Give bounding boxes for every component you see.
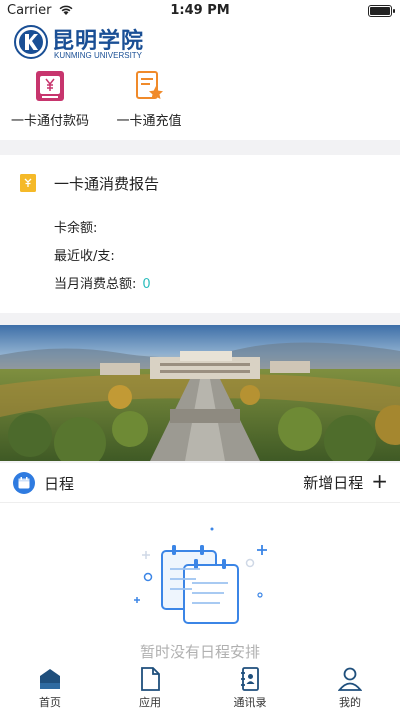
tab-home[interactable]: 首页 — [10, 667, 90, 710]
payment-code-button[interactable]: 一卡通付款码 — [5, 70, 95, 132]
empty-schedule-text: 暂时没有日程安排 — [139, 643, 260, 661]
tab-home-label: 首页 — [39, 696, 61, 709]
payment-code-label: 一卡通付款码 — [10, 114, 89, 129]
university-logo: 昆明学院 KUNMING UNIVERSITY — [14, 23, 154, 61]
tab-contacts-label: 通讯录 — [233, 696, 267, 709]
calendar-icon — [13, 472, 35, 494]
receipt-icon — [20, 174, 36, 192]
recent-transaction-row: 最近收/支: — [54, 245, 115, 264]
report-title: 一卡通消费报告 — [54, 175, 160, 193]
add-schedule-label: 新增日程 — [303, 474, 364, 492]
tab-apps-label: 应用 — [139, 696, 161, 709]
clock-time: 1:49 PM — [170, 3, 230, 18]
home-icon — [40, 669, 60, 689]
header: 昆明学院 KUNMING UNIVERSITY 一卡通付款码 一卡通充值 — [0, 22, 400, 140]
card-balance-label: 卡余额: — [54, 221, 98, 236]
card-recharge-label: 一卡通充值 — [116, 114, 182, 129]
university-name-en: KUNMING UNIVERSITY — [54, 51, 143, 60]
schedule-header: 日程 新增日程 + — [0, 463, 400, 503]
profile-person-icon — [338, 667, 362, 691]
recent-transaction-label: 最近收/支: — [54, 249, 115, 264]
apps-document-icon — [141, 667, 160, 691]
add-schedule-button[interactable]: 新增日程 + — [303, 469, 388, 493]
monthly-total-row: 当月消费总额: 0 — [54, 273, 151, 292]
plus-icon: + — [371, 469, 388, 493]
university-seal-icon — [14, 25, 48, 59]
tab-apps[interactable]: 应用 — [110, 667, 190, 710]
card-balance-row: 卡余额: — [54, 217, 97, 236]
consumption-report-card[interactable]: 一卡通消费报告 卡余额: 最近收/支: 当月消费总额: 0 — [0, 155, 400, 313]
card-recharge-button[interactable]: 一卡通充值 — [104, 70, 194, 132]
tab-profile[interactable]: 我的 — [310, 667, 390, 710]
empty-schedule-illustration — [134, 527, 267, 624]
schedule-section: 日程 新增日程 + 暂时没有日程安排 — [0, 463, 400, 667]
payment-qr-icon — [36, 71, 64, 101]
tab-contacts[interactable]: 通讯录 — [210, 667, 290, 710]
status-bar: Carrier 1:49 PM — [0, 0, 400, 22]
schedule-title: 日程 — [44, 475, 75, 493]
campus-aerial-photo — [0, 325, 400, 461]
contacts-book-icon — [241, 667, 259, 691]
bottom-tab-bar: 首页 应用 通讯录 我的 — [0, 667, 400, 710]
monthly-total-label: 当月消费总额: — [54, 277, 137, 292]
battery-level — [370, 7, 390, 15]
monthly-total-value: 0 — [142, 277, 151, 292]
battery-icon — [368, 5, 395, 17]
campus-banner[interactable] — [0, 325, 400, 461]
card-recharge-icon — [136, 71, 163, 99]
tab-profile-label: 我的 — [339, 696, 361, 709]
